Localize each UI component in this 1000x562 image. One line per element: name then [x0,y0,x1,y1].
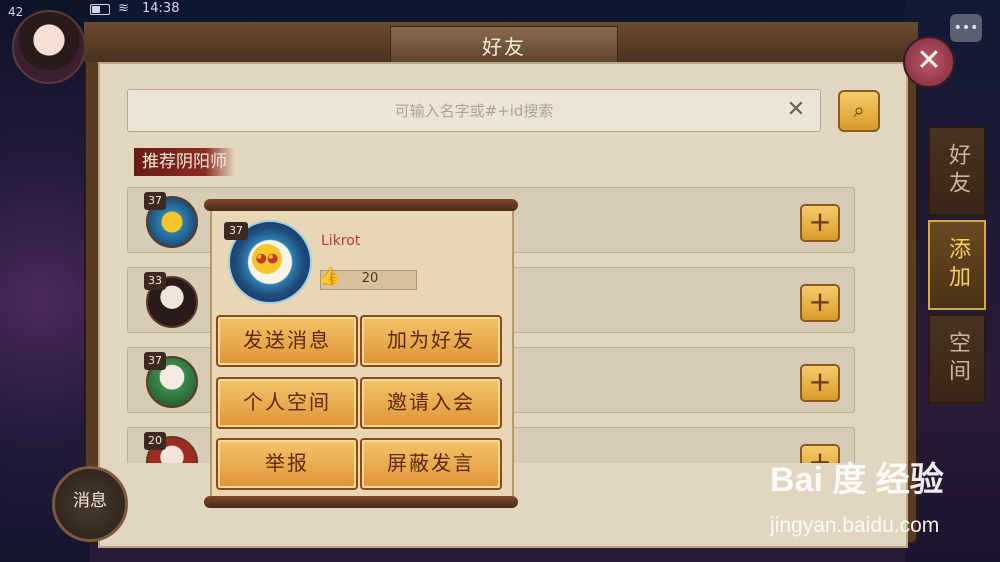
popup-player-name: Likrot [321,233,361,249]
tab-friends[interactable]: 好友 [928,126,986,216]
invite-guild-button[interactable]: 邀请入会 [360,377,502,429]
scroll-rod-top [204,199,518,211]
clock: 14:38 [142,1,180,16]
section-title: 推荐阴阳师 [134,148,235,176]
watermark-logo: Bai 度 经验 [770,461,944,499]
close-icon: ✕ [916,43,942,78]
clear-search-icon[interactable]: ✕ [783,97,809,123]
player-level: 42 [8,5,24,19]
status-bar: 42 ≋ 14:38 [0,0,1000,20]
add-friend-button[interactable]: + [800,284,840,322]
tab-space[interactable]: 空间 [928,314,986,404]
add-friend-button[interactable]: + [800,204,840,242]
search-placeholder: 可输入名字或#+id搜索 [394,102,554,120]
level-badge: 33 [144,272,166,290]
baidu-watermark: Bai 度 经验 jingyan.baidu.com [770,452,995,552]
personal-space-button[interactable]: 个人空间 [216,377,358,429]
wifi-icon: ≋ [118,1,129,16]
scroll-rod-bottom [204,496,518,508]
search-icon: ⌕ [853,98,865,122]
window-title: 好友 [390,26,618,64]
mute-button[interactable]: 屏蔽发言 [360,438,502,490]
like-count: 20 [361,271,379,286]
search-button[interactable]: ⌕ [838,90,880,132]
player-avatar[interactable] [12,10,86,84]
level-badge: 20 [144,432,166,450]
add-friend-popup-button[interactable]: 加为好友 [360,315,502,367]
level-badge: 37 [144,192,166,210]
message-button[interactable]: 消息 [52,466,128,542]
search-input[interactable]: 可输入名字或#+id搜索 [127,89,821,132]
popup-level-badge: 37 [224,222,248,240]
chat-bubble-icon[interactable]: ••• [950,14,982,42]
level-badge: 37 [144,352,166,370]
thumbs-up-icon[interactable]: 👍 [318,266,340,288]
add-friend-button[interactable]: + [800,364,840,402]
send-message-button[interactable]: 发送消息 [216,315,358,367]
chick-avatar-icon: ◕◕ [252,244,282,274]
tab-add[interactable]: 添加 [928,220,986,310]
report-button[interactable]: 举报 [216,438,358,490]
battery-icon [90,4,110,15]
watermark-url: jingyan.baidu.com [770,514,940,537]
close-button[interactable]: ✕ [903,36,955,88]
